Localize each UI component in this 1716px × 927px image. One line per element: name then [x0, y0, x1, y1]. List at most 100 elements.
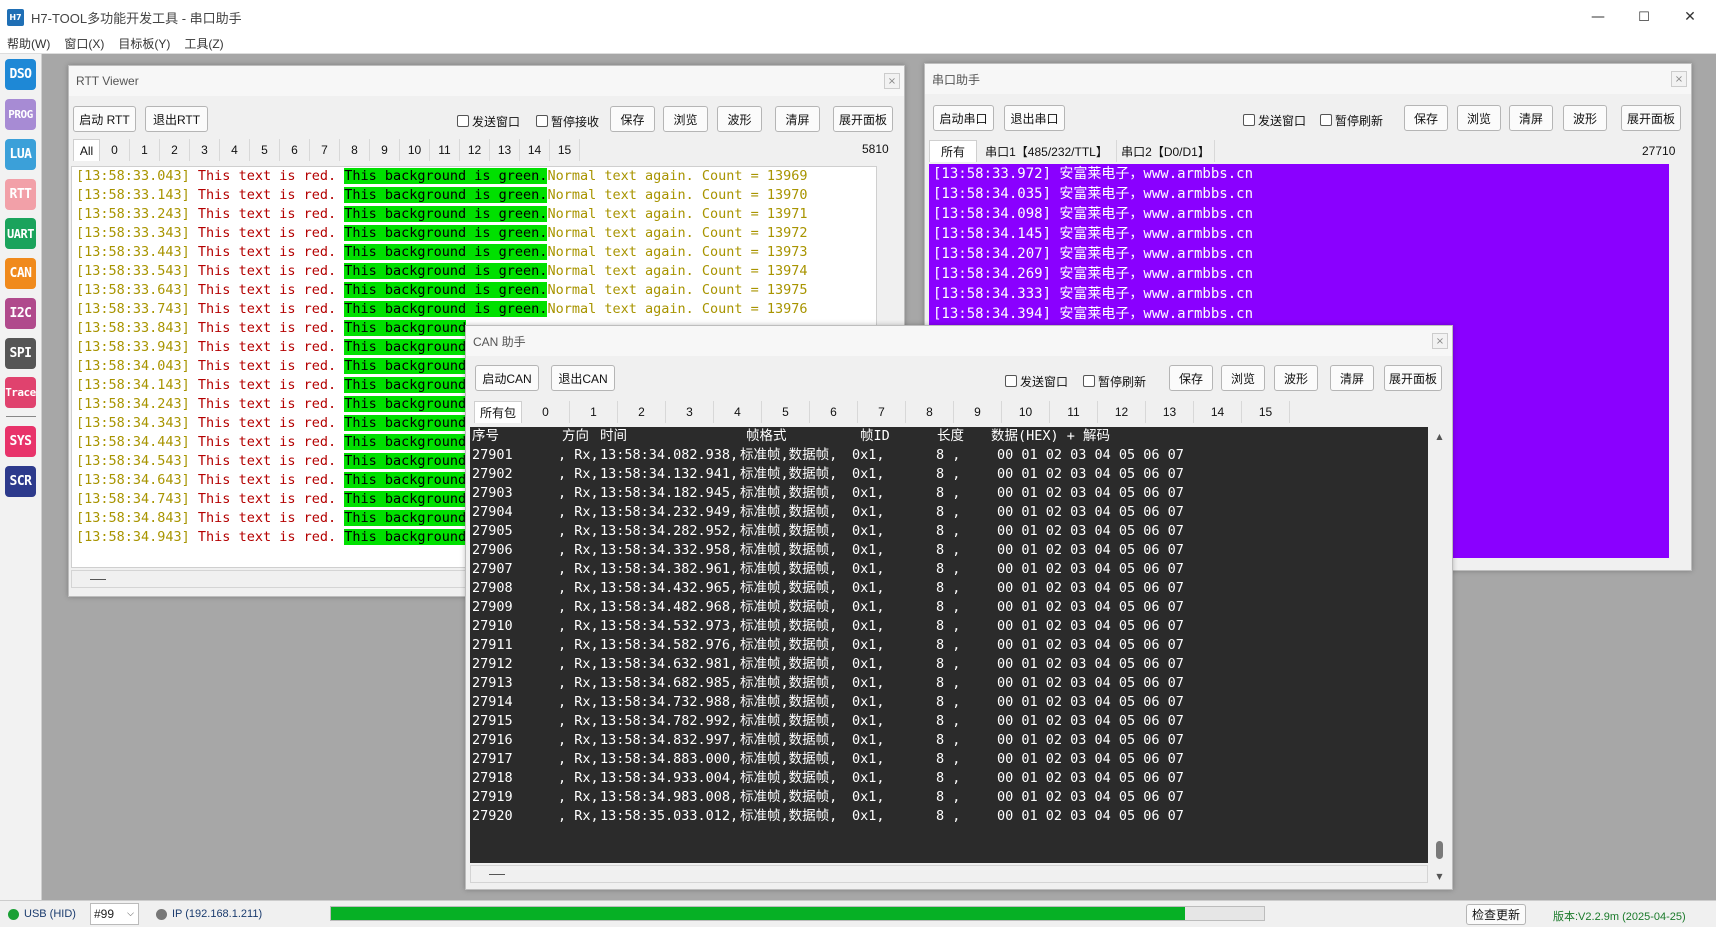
uart-tab-1[interactable]: 串口1【485/232/TTL】 — [977, 140, 1117, 162]
checkbox-box[interactable] — [1320, 114, 1332, 126]
rtt-tab-6[interactable]: 5 — [250, 139, 280, 161]
rtt-tab-12[interactable]: 11 — [430, 139, 460, 161]
can-tab-15[interactable]: 14 — [1194, 401, 1242, 423]
sidebar-dso-button[interactable]: DSO — [5, 59, 36, 90]
can-tab-5[interactable]: 4 — [714, 401, 762, 423]
sidebar-prog-button[interactable]: PROG — [5, 99, 36, 130]
sidebar-sys-button[interactable]: SYS — [5, 426, 36, 457]
can-pause-refresh-checkbox[interactable]: 暂停刷新 — [1083, 373, 1146, 389]
can-exit-button[interactable]: 退出CAN — [551, 365, 615, 391]
sidebar-rtt-button[interactable]: RTT — [5, 179, 36, 210]
can-wave-button[interactable]: 波形 — [1274, 365, 1318, 391]
uart-pause-refresh-checkbox[interactable]: 暂停刷新 — [1320, 112, 1383, 128]
sidebar-can-button[interactable]: CAN — [5, 258, 36, 289]
can-tab-6[interactable]: 5 — [762, 401, 810, 423]
rtt-tab-1[interactable]: 0 — [100, 139, 130, 161]
sidebar-scr-button[interactable]: SCR — [5, 466, 36, 497]
can-send-bar[interactable] — [470, 865, 1428, 883]
rtt-tab-13[interactable]: 12 — [460, 139, 490, 161]
can-tab-9[interactable]: 8 — [906, 401, 954, 423]
checkbox-box[interactable] — [1005, 375, 1017, 387]
rtt-send-window-checkbox[interactable]: 发送窗口 — [457, 113, 520, 129]
uart-clear-button[interactable]: 清屏 — [1509, 105, 1553, 131]
rtt-tab-9[interactable]: 8 — [340, 139, 370, 161]
sidebar-trace-button[interactable]: Trace — [5, 377, 36, 408]
uart-browse-button[interactable]: 浏览 — [1457, 105, 1501, 131]
uart-scrollbar[interactable] — [1670, 164, 1687, 558]
menu-tools[interactable]: 工具(Z) — [184, 35, 223, 52]
can-scrollbar[interactable]: ▲ — [1431, 427, 1448, 863]
uart-tab-0[interactable]: 所有 — [929, 140, 977, 162]
menu-help[interactable]: 帮助(W) — [7, 35, 50, 52]
rtt-wave-button[interactable]: 波形 — [717, 106, 762, 132]
sidebar-i2c-button[interactable]: I2C — [5, 298, 36, 329]
uart-save-button[interactable]: 保存 — [1404, 105, 1448, 131]
can-tab-0[interactable]: 所有包 — [474, 401, 522, 423]
uart-tab-2[interactable]: 串口2【D0/D1】 — [1117, 140, 1215, 162]
can-frame-table[interactable]: 序号 方向 时间 帧格式 帧ID 长度 数据(HEX) + 解码 27901, Rx, 13:5… — [470, 427, 1428, 863]
can-tab-7[interactable]: 6 — [810, 401, 858, 423]
uart-wave-button[interactable]: 波形 — [1563, 105, 1607, 131]
can-send-window-checkbox[interactable]: 发送窗口 — [1005, 373, 1068, 389]
rtt-start-button[interactable]: 启动 RTT — [73, 106, 136, 132]
can-clear-button[interactable]: 清屏 — [1330, 365, 1374, 391]
checkbox-box[interactable] — [1083, 375, 1095, 387]
can-tab-13[interactable]: 12 — [1098, 401, 1146, 423]
uart-send-window-checkbox[interactable]: 发送窗口 — [1243, 112, 1306, 128]
checkbox-box[interactable] — [536, 115, 548, 127]
rtt-close-icon[interactable]: × — [884, 73, 900, 89]
can-tab-14[interactable]: 13 — [1146, 401, 1194, 423]
rtt-tab-7[interactable]: 6 — [280, 139, 310, 161]
device-select[interactable]: #99 ⌵ — [90, 903, 139, 925]
sidebar-lua-button[interactable]: LUA — [5, 139, 36, 170]
uart-expand-panel-button[interactable]: 展开面板 — [1621, 105, 1681, 131]
can-expand-panel-button[interactable]: 展开面板 — [1384, 365, 1442, 391]
sidebar-uart-button[interactable]: UART — [5, 218, 36, 249]
rtt-pause-receive-checkbox[interactable]: 暂停接收 — [536, 113, 599, 129]
scroll-down-icon[interactable]: ▼ — [1434, 871, 1445, 882]
can-browse-button[interactable]: 浏览 — [1221, 365, 1265, 391]
can-tab-8[interactable]: 7 — [858, 401, 906, 423]
uart-exit-button[interactable]: 退出串口 — [1004, 105, 1065, 131]
scroll-thumb[interactable] — [1436, 841, 1443, 859]
can-tab-10[interactable]: 9 — [954, 401, 1002, 423]
rtt-browse-button[interactable]: 浏览 — [663, 106, 708, 132]
uart-close-icon[interactable]: × — [1671, 71, 1687, 87]
can-save-button[interactable]: 保存 — [1169, 365, 1213, 391]
rtt-tab-5[interactable]: 4 — [220, 139, 250, 161]
rtt-exit-button[interactable]: 退出RTT — [145, 106, 208, 132]
can-tab-11[interactable]: 10 — [1002, 401, 1050, 423]
rtt-clear-button[interactable]: 清屏 — [775, 106, 820, 132]
rtt-tab-2[interactable]: 1 — [130, 139, 160, 161]
can-tab-16[interactable]: 15 — [1242, 401, 1290, 423]
checkbox-box[interactable] — [1243, 114, 1255, 126]
can-tab-12[interactable]: 11 — [1050, 401, 1098, 423]
rtt-tab-11[interactable]: 10 — [400, 139, 430, 161]
uart-start-button[interactable]: 启动串口 — [933, 105, 994, 131]
rtt-expand-panel-button[interactable]: 展开面板 — [833, 106, 893, 132]
close-button[interactable]: ✕ — [1667, 0, 1713, 34]
menu-target-board[interactable]: 目标板(Y) — [118, 35, 170, 52]
rtt-tab-16[interactable]: 15 — [550, 139, 580, 161]
rtt-tab-4[interactable]: 3 — [190, 139, 220, 161]
check-update-button[interactable]: 检查更新 — [1466, 904, 1526, 925]
sidebar-spi-button[interactable]: SPI — [5, 338, 36, 369]
rtt-tab-14[interactable]: 13 — [490, 139, 520, 161]
rtt-tab-0[interactable]: All — [73, 139, 100, 161]
can-tab-2[interactable]: 1 — [570, 401, 618, 423]
rtt-tab-3[interactable]: 2 — [160, 139, 190, 161]
rtt-tab-8[interactable]: 7 — [310, 139, 340, 161]
rtt-save-button[interactable]: 保存 — [610, 106, 655, 132]
rtt-tab-10[interactable]: 9 — [370, 139, 400, 161]
can-start-button[interactable]: 启动CAN — [475, 365, 539, 391]
checkbox-box[interactable] — [457, 115, 469, 127]
menu-window[interactable]: 窗口(X) — [64, 35, 104, 52]
scroll-up-icon[interactable]: ▲ — [1434, 431, 1445, 442]
can-close-icon[interactable]: × — [1432, 333, 1448, 349]
can-tab-3[interactable]: 2 — [618, 401, 666, 423]
can-tab-4[interactable]: 3 — [666, 401, 714, 423]
maximize-button[interactable]: ☐ — [1621, 0, 1667, 34]
rtt-tab-15[interactable]: 14 — [520, 139, 550, 161]
can-tab-1[interactable]: 0 — [522, 401, 570, 423]
minimize-button[interactable]: — — [1575, 0, 1621, 34]
